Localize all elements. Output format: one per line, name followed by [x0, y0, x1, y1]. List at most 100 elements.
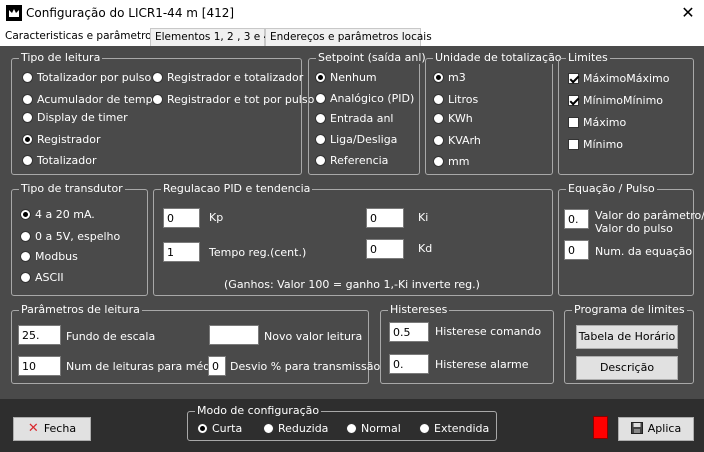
checkbox-box	[568, 95, 579, 106]
kd-label: Kd	[418, 242, 433, 255]
valor-parametro-label-1: Valor do parâmetro/	[595, 209, 704, 222]
checkbox-box	[568, 139, 579, 150]
radio-circle	[152, 72, 163, 83]
fundo-escala-input[interactable]	[18, 325, 61, 345]
radio-circle	[346, 423, 357, 434]
radio-display-timer[interactable]: Display de timer	[22, 111, 128, 124]
check-minimo-minimo[interactable]: MínimoMínimo	[568, 94, 663, 107]
tab-elementos[interactable]: Elementos 1, 2 , 3 e 4	[150, 28, 270, 46]
group-label: Tipo de transdutor	[19, 182, 125, 195]
close-icon[interactable]: ✕	[674, 1, 702, 25]
radio-referencia[interactable]: Referencia	[315, 154, 388, 167]
radio-circle	[315, 113, 326, 124]
group-label: Histereses	[388, 303, 450, 316]
radio-reduzida[interactable]: Reduzida	[263, 422, 328, 435]
group-tipo-leitura: Tipo de leitura Totalizador por pulso Ac…	[11, 51, 314, 175]
ganhos-note: (Ganhos: Valor 100 = ganho 1,-Ki inverte…	[224, 278, 480, 291]
histerese-comando-input[interactable]	[389, 322, 429, 342]
checkbox-box	[568, 117, 579, 128]
app-icon	[6, 5, 22, 21]
num-leituras-label: Num de leituras para média	[66, 360, 221, 373]
valor-parametro-input[interactable]	[564, 209, 589, 229]
radio-circle	[22, 94, 33, 105]
radio-liga-desliga[interactable]: Liga/Desliga	[315, 133, 397, 146]
radio-normal[interactable]: Normal	[346, 422, 401, 435]
check-maximo-maximo[interactable]: MáximoMáximo	[568, 72, 670, 85]
tabela-horario-button[interactable]: Tabela de Horário	[576, 325, 678, 349]
group-label: Limites	[566, 51, 610, 64]
radio-mm[interactable]: mm	[433, 155, 469, 168]
radio-registrador-totalizador[interactable]: Registrador e totalizador	[152, 71, 303, 84]
group-label: Setpoint (saída anl)	[316, 51, 428, 64]
radio-ascii[interactable]: ASCII	[20, 271, 64, 284]
radio-circle	[22, 112, 33, 123]
radio-m3[interactable]: m3	[433, 71, 466, 84]
num-leituras-input[interactable]	[18, 356, 61, 376]
histerese-alarme-input[interactable]	[389, 354, 429, 374]
group-transdutor: Tipo de transdutor 4 a 20 mA. 0 a 5V, es…	[11, 182, 148, 296]
radio-nenhum[interactable]: Nenhum	[315, 71, 377, 84]
checkbox-box	[568, 73, 579, 84]
group-label: Regulacao PID e tendencia	[161, 182, 313, 195]
radio-registrador-tot-pulso[interactable]: Registrador e tot por pulso	[152, 93, 314, 106]
tempo-reg-label: Tempo reg.(cent.)	[209, 246, 307, 259]
check-minimo[interactable]: Mínimo	[568, 138, 623, 151]
group-setpoint: Setpoint (saída anl) Nenhum Analógico (P…	[308, 51, 428, 175]
radio-curta[interactable]: Curta	[197, 422, 242, 435]
kp-input[interactable]	[163, 208, 200, 228]
radio-circle	[20, 231, 31, 242]
group-limites: Limites MáximoMáximo MínimoMínimo Máximo…	[558, 51, 694, 175]
fechar-button[interactable]: ✕ Fecha	[13, 417, 91, 441]
check-maximo[interactable]: Máximo	[568, 116, 626, 129]
kd-input[interactable]	[366, 239, 404, 259]
tab-enderecos[interactable]: Endereços e parâmetros locais	[265, 28, 432, 46]
radio-circle	[433, 94, 444, 105]
desvio-input[interactable]	[208, 356, 226, 376]
radio-circle	[20, 209, 31, 220]
radio-circle	[197, 423, 208, 434]
radio-0-5v[interactable]: 0 a 5V, espelho	[20, 230, 120, 243]
group-label: Programa de limites	[572, 303, 687, 316]
radio-kvarh[interactable]: KVArh	[433, 134, 481, 147]
novo-valor-input[interactable]	[209, 325, 259, 345]
tab-caracteristicas[interactable]: Caracteristicas e parâmetros	[0, 27, 157, 46]
group-unidade: Unidade de totalização m3 Litros KWh KVA…	[425, 51, 564, 175]
radio-analogico-pid[interactable]: Analógico (PID)	[315, 92, 414, 105]
radio-extendida[interactable]: Extendida	[419, 422, 489, 435]
group-label: Modo de configuração	[195, 404, 322, 417]
save-icon	[630, 422, 643, 434]
radio-totalizador[interactable]: Totalizador	[22, 154, 97, 167]
radio-circle	[20, 272, 31, 283]
descricao-button[interactable]: Descrição	[576, 356, 678, 380]
radio-litros[interactable]: Litros	[433, 93, 478, 106]
group-label: Equação / Pulso	[566, 182, 657, 195]
kp-label: Kp	[209, 211, 224, 224]
window-title: Configuração do LICR1-44 m [412]	[26, 6, 235, 20]
radio-kwh[interactable]: KWh	[433, 112, 473, 125]
ki-input[interactable]	[366, 208, 404, 228]
radio-modbus[interactable]: Modbus	[20, 250, 78, 263]
valor-parametro-label-2: Valor do pulso	[595, 222, 673, 235]
radio-acumulador-tempo[interactable]: Acumulador de tempo	[22, 93, 159, 106]
group-histereses: Histereses Histerese comando Histerese a…	[380, 303, 554, 384]
group-leitura: Parâmetros de leitura Fundo de escala No…	[11, 303, 380, 384]
radio-circle	[22, 155, 33, 166]
radio-circle	[263, 423, 274, 434]
num-equacao-label: Num. da equação	[595, 245, 693, 258]
radio-circle	[419, 423, 430, 434]
radio-circle	[433, 135, 444, 146]
close-x-icon: ✕	[27, 421, 39, 436]
radio-totalizador-pulso[interactable]: Totalizador por pulso	[22, 71, 151, 84]
radio-4-20ma[interactable]: 4 a 20 mA.	[20, 208, 95, 221]
radio-entrada-anl[interactable]: Entrada anl	[315, 112, 394, 125]
tempo-reg-input[interactable]	[163, 242, 200, 262]
histerese-comando-label: Histerese comando	[435, 325, 542, 338]
radio-registrador[interactable]: Registrador	[22, 133, 101, 146]
num-equacao-input[interactable]	[564, 240, 589, 260]
footer-bar: ✕ Fecha Modo de configuração Curta Reduzi…	[0, 399, 704, 452]
ki-label: Ki	[418, 211, 429, 224]
radio-circle	[315, 93, 326, 104]
radio-circle	[22, 134, 33, 145]
group-label: Tipo de leitura	[19, 51, 103, 64]
aplica-button[interactable]: Aplica	[618, 417, 694, 441]
